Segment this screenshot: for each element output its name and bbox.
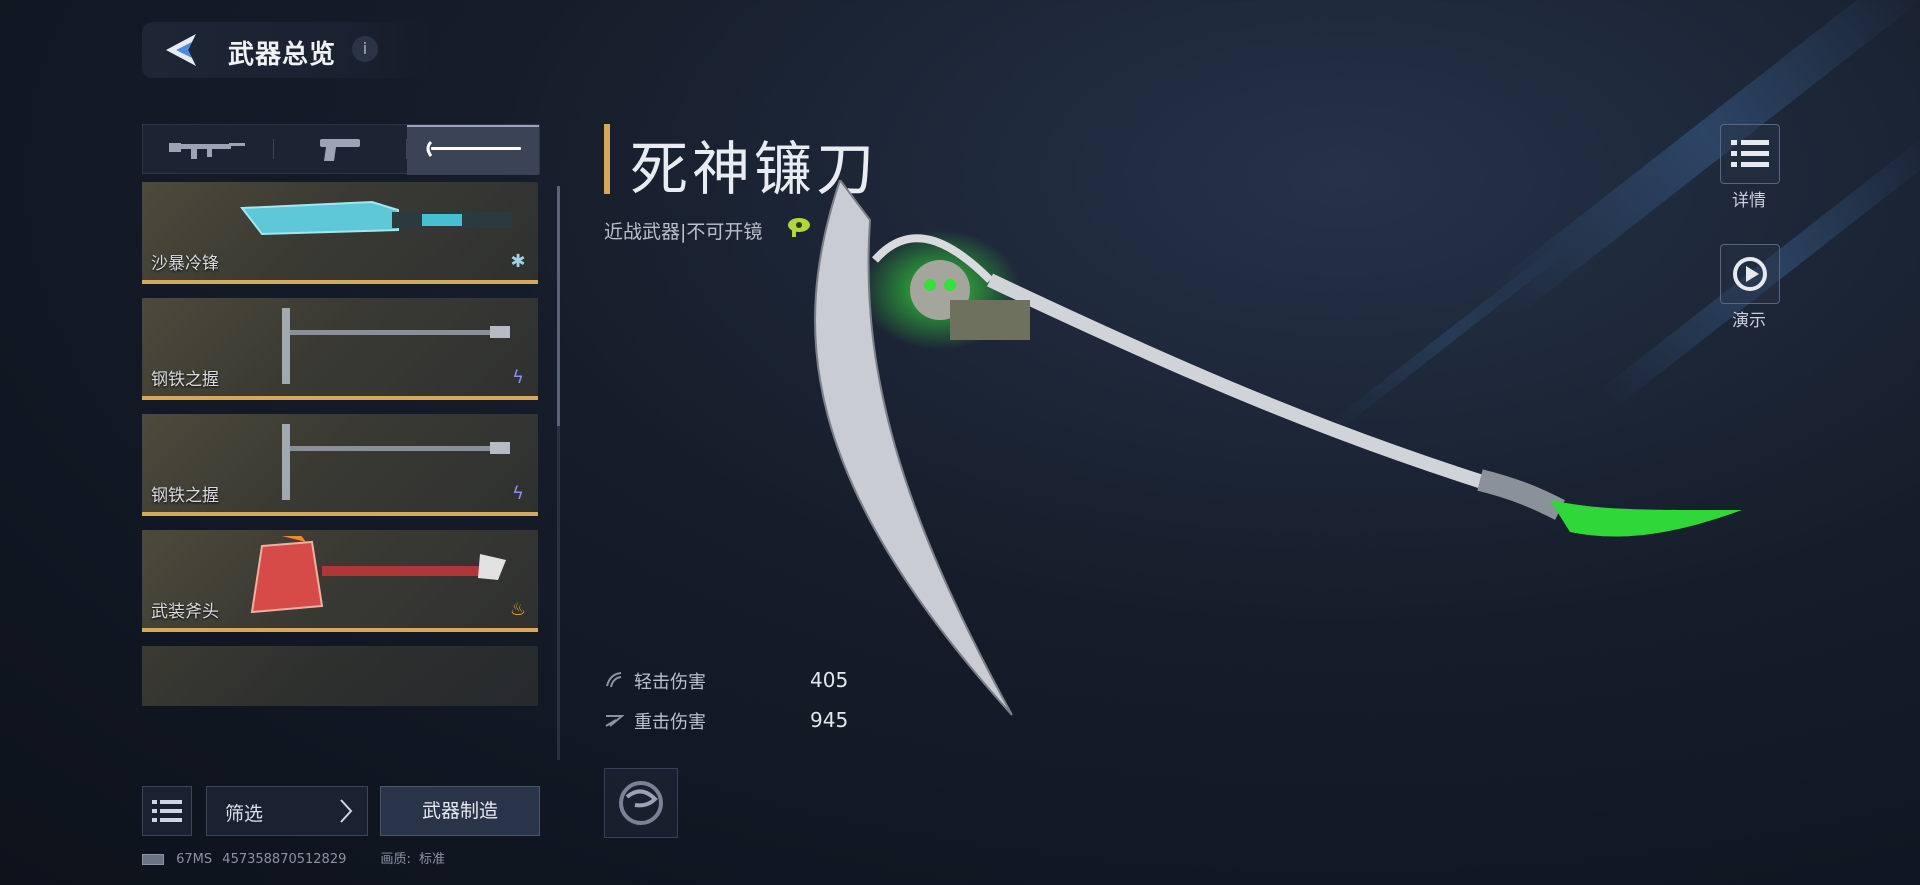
ping-text: 67MS <box>176 852 213 867</box>
axe-image <box>250 536 506 614</box>
melee-icon <box>426 140 521 157</box>
title-accent-bar <box>604 124 610 194</box>
light-hit-icon <box>606 672 622 688</box>
knife-image <box>240 200 512 236</box>
back-arrow-icon[interactable] <box>162 32 202 68</box>
header: 武器总览 i <box>142 22 432 78</box>
lightning-icon: ϟ <box>512 367 524 388</box>
list-icon <box>1731 140 1769 167</box>
weapon-name: 钢铁之握 <box>151 486 219 506</box>
list-item-partial[interactable] <box>142 646 538 706</box>
filter-label: 筛选 <box>225 803 264 825</box>
lightning-icon: ϟ <box>512 483 524 504</box>
stat-value: 405 <box>810 668 849 692</box>
player-id: 457358870512829 <box>222 852 347 867</box>
filter-button[interactable]: 筛选 <box>206 786 368 836</box>
weapon-subtitle: 近战武器|不可开镜 <box>604 221 763 243</box>
weapon-craft-button[interactable]: 武器制造 <box>380 786 540 836</box>
hammer-image <box>282 308 510 384</box>
weapon-name: 武装斧头 <box>151 602 219 622</box>
stat-label: 轻击伤害 <box>634 672 706 693</box>
emblem-button[interactable] <box>604 768 678 838</box>
weapon-name: 沙暴冷锋 <box>151 254 219 274</box>
stat-label: 重击伤害 <box>634 712 706 733</box>
stat-value: 945 <box>810 708 849 732</box>
details-label: 详情 <box>1732 191 1766 211</box>
dragon-emblem-icon <box>619 781 663 825</box>
demo-button[interactable] <box>1720 244 1780 304</box>
weapon-name: 钢铁之握 <box>151 370 219 390</box>
list-item[interactable]: 钢铁之握 ϟ <box>142 414 538 516</box>
chevron-right-icon <box>340 799 353 823</box>
tab-pistol[interactable] <box>274 125 406 173</box>
status-bar: 67MS 457358870512829 画质: 标准 <box>142 848 445 867</box>
details-button[interactable] <box>1720 124 1780 184</box>
info-button[interactable]: i <box>352 36 378 62</box>
weapon-model-image <box>814 180 1742 716</box>
flame-icon: ♨ <box>509 599 527 620</box>
play-icon <box>1733 257 1767 291</box>
tab-rifle[interactable] <box>143 125 273 173</box>
weapon-category-tabs <box>142 124 540 175</box>
battery-icon <box>142 854 164 865</box>
rifle-icon <box>169 143 245 159</box>
list-item[interactable]: 武装斧头 ♨ <box>142 530 538 632</box>
list-view-button[interactable] <box>142 786 192 836</box>
tab-melee[interactable] <box>407 125 539 175</box>
quality-value: 标准 <box>419 852 446 867</box>
scroll-thumb[interactable] <box>557 186 560 426</box>
quality-label: 画质: <box>380 852 411 867</box>
hammer-image <box>282 424 510 500</box>
weapon-list: 沙暴冷锋 ✱ 钢铁之握 ϟ 钢铁之握 ϟ 武装斧头 ♨ <box>142 182 538 760</box>
snowflake-icon: ✱ <box>510 251 526 272</box>
list-icon <box>152 800 182 822</box>
page-title: 武器总览 <box>228 40 337 70</box>
demo-label: 演示 <box>1732 311 1766 331</box>
list-item[interactable]: 沙暴冷锋 ✱ <box>142 182 538 284</box>
list-item[interactable]: 钢铁之握 ϟ <box>142 298 538 400</box>
pistol-icon <box>320 139 360 161</box>
heavy-hit-icon <box>605 715 624 727</box>
list-scrollbar[interactable] <box>557 186 560 760</box>
